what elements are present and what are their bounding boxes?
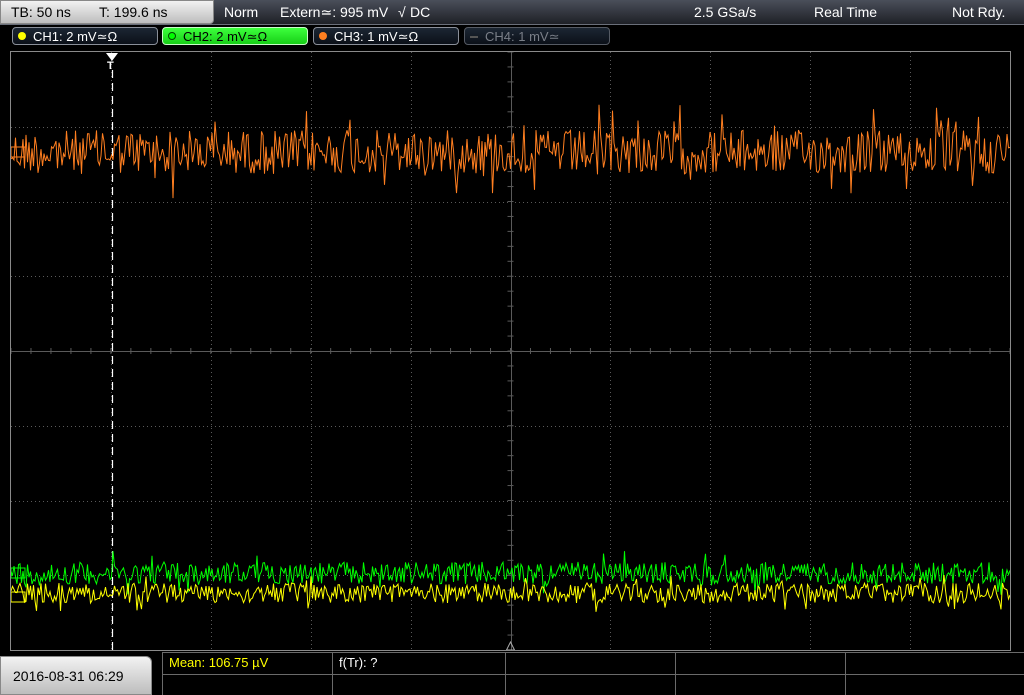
acquisition-mode-label[interactable]: Real Time bbox=[814, 2, 877, 22]
measurement-cell bbox=[845, 653, 1024, 674]
measurement-cell bbox=[675, 653, 845, 674]
channel-4-chip[interactable]: CH4: 1 mV≃ bbox=[464, 27, 610, 45]
frequency-measurement: f(Tr): ? bbox=[332, 653, 505, 674]
channel-4-indicator-icon bbox=[470, 36, 478, 38]
horizontal-position-marker-icon bbox=[505, 640, 516, 650]
acquisition-state-label: Not Rdy. bbox=[952, 4, 1006, 20]
waveform-display[interactable] bbox=[10, 51, 1011, 651]
channel-2-label: CH2: 2 mV≃Ω bbox=[183, 29, 268, 44]
status-bar: TB: 50 ns T: 199.6 ns Norm Extern≃: 995 … bbox=[0, 0, 1024, 25]
trigger-time-label: T: 199.6 ns bbox=[99, 4, 168, 20]
datetime-box: 2016-08-31 06:29 bbox=[0, 656, 152, 695]
channel-1-chip[interactable]: CH1: 2 mV≃Ω bbox=[12, 27, 158, 45]
channel-3-ground-marker-icon bbox=[11, 146, 26, 158]
waveform-canvas bbox=[11, 52, 1010, 650]
datetime-label: 2016-08-31 06:29 bbox=[13, 668, 124, 684]
channel-1-label: CH1: 2 mV≃Ω bbox=[33, 29, 118, 44]
channel-3-label: CH3: 1 mV≃Ω bbox=[334, 29, 419, 44]
measurement-cell bbox=[162, 674, 332, 695]
channel-2-indicator-icon bbox=[168, 32, 176, 40]
channel-1-indicator-icon bbox=[18, 32, 26, 40]
mean-measurement: Mean: 106.75 µV bbox=[162, 653, 332, 674]
trigger-coupling-label[interactable]: DC bbox=[410, 2, 430, 22]
channel-bar: CH1: 2 mV≃Ω CH2: 2 mV≃Ω CH3: 1 mV≃Ω CH4:… bbox=[0, 26, 1024, 48]
channel-3-trace bbox=[11, 104, 1010, 199]
channel-3-indicator-icon bbox=[319, 32, 327, 40]
timebase-box[interactable]: TB: 50 ns T: 199.6 ns bbox=[0, 0, 214, 24]
sample-rate-label[interactable]: 2.5 GSa/s bbox=[694, 2, 756, 22]
trigger-mode-label[interactable]: Norm bbox=[224, 2, 258, 22]
measurement-cell bbox=[332, 674, 505, 695]
channel-3-chip[interactable]: CH3: 1 mV≃Ω bbox=[313, 27, 459, 45]
trigger-position-marker[interactable]: T bbox=[106, 53, 118, 72]
channel-4-label: CH4: 1 mV≃ bbox=[485, 29, 560, 44]
timebase-label: TB: 50 ns bbox=[11, 4, 71, 20]
measurement-cell bbox=[505, 653, 675, 674]
measurement-cell bbox=[675, 674, 845, 695]
trigger-source-label[interactable]: Extern≃: 995 mV bbox=[280, 2, 388, 22]
oscilloscope-screen: TB: 50 ns T: 199.6 ns Norm Extern≃: 995 … bbox=[0, 0, 1024, 695]
measurement-cell bbox=[845, 674, 1024, 695]
measurement-table[interactable]: Mean: 106.75 µV f(Tr): ? bbox=[162, 652, 1024, 695]
trigger-slope-icon: √ bbox=[398, 4, 406, 20]
measurement-cell bbox=[505, 674, 675, 695]
channel-2-chip[interactable]: CH2: 2 mV≃Ω bbox=[162, 27, 308, 45]
trigger-marker-label: T bbox=[107, 60, 114, 72]
